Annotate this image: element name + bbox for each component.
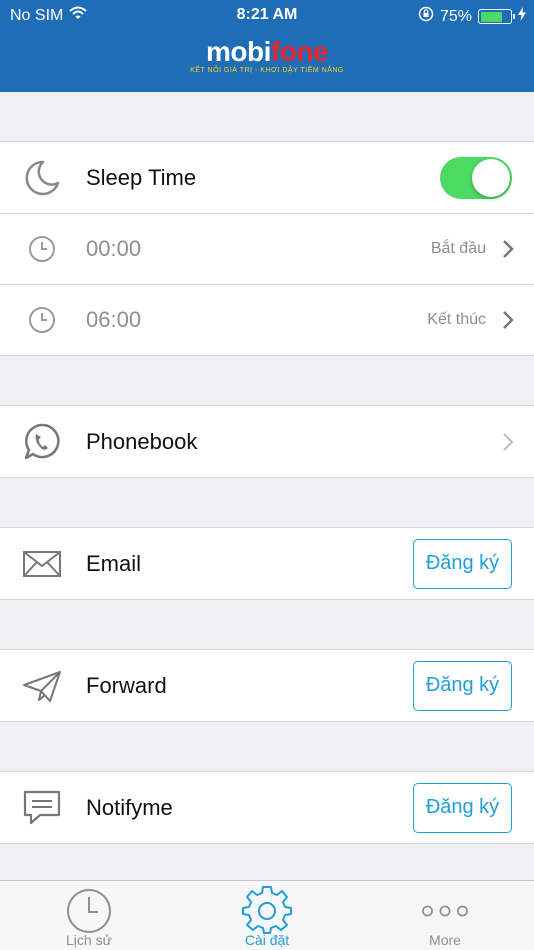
sleep-time-group: Sleep Time 00:00 Bắt đầu 06:00 Kết thúc bbox=[0, 141, 534, 356]
phone-bubble-icon bbox=[22, 422, 62, 462]
tab-settings-label: Cài đặt bbox=[244, 932, 290, 948]
forward-register-button[interactable]: Đăng ký bbox=[413, 660, 512, 711]
tab-history-label: Lịch sử bbox=[66, 932, 112, 948]
chevron-right-icon bbox=[500, 238, 516, 260]
end-time-value: 06:00 bbox=[86, 307, 142, 332]
moon-icon bbox=[22, 158, 62, 198]
message-icon bbox=[22, 788, 62, 828]
orientation-lock-icon bbox=[418, 6, 434, 27]
start-time-value: 00:00 bbox=[86, 236, 142, 261]
phonebook-label: Phonebook bbox=[86, 428, 198, 454]
email-label: Email bbox=[86, 550, 142, 576]
email-register-button[interactable]: Đăng ký bbox=[413, 538, 512, 589]
phonebook-group: Phonebook bbox=[0, 405, 534, 478]
paper-plane-icon bbox=[22, 666, 62, 706]
clock-icon bbox=[22, 300, 62, 340]
more-dots-icon bbox=[420, 886, 470, 936]
email-group: Email Đăng ký bbox=[0, 527, 534, 600]
forward-row: Forward Đăng ký bbox=[0, 650, 534, 721]
start-time-detail: Bắt đầu bbox=[430, 240, 486, 257]
chevron-right-icon bbox=[500, 309, 516, 331]
forward-label: Forward bbox=[86, 672, 167, 698]
logo-tagline: KẾT NỐI GIÁ TRỊ - KHƠI DẬY TIỀM NĂNG bbox=[190, 67, 344, 74]
end-time-detail: Kết thúc bbox=[427, 311, 486, 328]
notifyme-register-button[interactable]: Đăng ký bbox=[413, 782, 512, 833]
sleep-time-toggle[interactable] bbox=[440, 156, 512, 199]
clock-icon bbox=[64, 886, 114, 936]
tab-settings[interactable]: Cài đặt bbox=[178, 881, 356, 950]
tab-bar: Lịch sử Cài đặt More bbox=[0, 880, 534, 950]
sleep-time-row: Sleep Time bbox=[0, 142, 534, 213]
battery-icon bbox=[478, 9, 515, 24]
forward-group: Forward Đăng ký bbox=[0, 649, 534, 722]
charging-icon bbox=[518, 7, 526, 26]
clock-icon bbox=[22, 229, 62, 269]
notifyme-group: Notifyme Đăng ký bbox=[0, 771, 534, 844]
app-header: No SIM 8:21 AM 75% mobifone KẾT NỐI GIÁ … bbox=[0, 0, 534, 92]
gear-icon bbox=[242, 886, 292, 936]
tab-history[interactable]: Lịch sử bbox=[0, 881, 178, 950]
mail-icon bbox=[22, 544, 62, 584]
email-row: Email Đăng ký bbox=[0, 528, 534, 599]
toggle-knob bbox=[472, 158, 510, 197]
chevron-right-icon bbox=[500, 431, 516, 453]
phonebook-row[interactable]: Phonebook bbox=[0, 406, 534, 477]
start-time-row[interactable]: 00:00 Bắt đầu bbox=[0, 213, 534, 284]
battery-percent: 75% bbox=[439, 7, 472, 25]
tab-more[interactable]: More bbox=[356, 881, 534, 950]
sleep-time-label: Sleep Time bbox=[86, 164, 197, 190]
mobifone-logo: mobifone KẾT NỐI GIÁ TRỊ - KHƠI DẬY TIỀM… bbox=[0, 38, 534, 75]
end-time-row[interactable]: 06:00 Kết thúc bbox=[0, 284, 534, 355]
notifyme-row: Notifyme Đăng ký bbox=[0, 772, 534, 843]
notifyme-label: Notifyme bbox=[86, 794, 173, 820]
tab-more-label: More bbox=[429, 932, 461, 948]
status-bar: No SIM 8:21 AM 75% bbox=[0, 0, 534, 32]
